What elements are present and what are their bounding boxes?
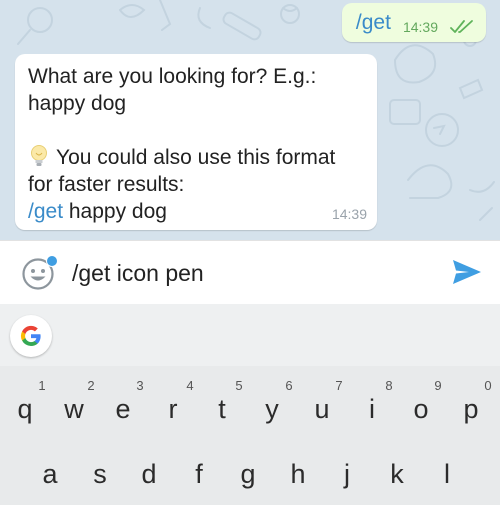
key-hint: 4 [186,378,194,393]
key-q[interactable]: 1q [0,378,50,424]
key-hint: 6 [285,378,293,393]
key-g[interactable]: g [223,459,273,489]
google-g-icon [20,325,41,347]
key-i[interactable]: 8i [347,378,397,424]
key-f[interactable]: f [174,459,224,489]
google-button[interactable] [10,315,52,357]
key-p[interactable]: 0p [446,378,496,424]
key-label: p [463,394,479,424]
key-label: i [369,394,375,424]
key-label: g [240,459,256,489]
key-label: o [413,394,429,424]
incoming-message-time: 14:39 [331,206,367,222]
key-hint: 8 [385,378,393,393]
key-hint: 3 [136,378,144,393]
key-r[interactable]: 4r [148,378,198,424]
outgoing-message[interactable]: /get 14:39 [341,3,486,42]
key-y[interactable]: 6y [247,378,297,424]
suggestion-bar [0,304,500,366]
message-input[interactable]: /get icon pen [72,260,204,287]
message-input-bar: /get icon pen [0,240,500,304]
key-label: j [344,459,350,489]
key-w[interactable]: 2w [49,378,99,424]
key-t[interactable]: 5t [197,378,247,424]
command-link[interactable]: /get [28,200,63,223]
key-label: w [64,394,84,424]
outgoing-message-text[interactable]: /get [356,11,391,35]
key-label: s [93,459,107,489]
key-label: a [42,459,58,489]
double-check-icon [450,19,473,33]
key-d[interactable]: d [124,459,174,489]
key-a[interactable]: a [25,459,75,489]
key-j[interactable]: j [322,459,372,489]
key-label: k [390,459,404,489]
message-line: for faster results: [28,173,185,196]
key-s[interactable]: s [75,459,125,489]
message-line: happy dog [63,200,167,223]
outgoing-message-time: 14:39 [402,18,438,35]
message-line: What are you looking for? E.g.: [28,65,317,88]
key-label: y [265,394,279,424]
key-l[interactable]: l [422,459,472,489]
key-label: l [444,459,450,489]
lightbulb-icon [31,145,47,166]
incoming-message: What are you looking for? E.g.: happy do… [15,54,377,230]
key-label: e [115,394,131,424]
key-label: f [195,459,203,489]
key-label: h [290,459,306,489]
key-k[interactable]: k [372,459,422,489]
key-hint: 1 [38,378,46,393]
key-label: u [314,394,330,424]
emoji-button[interactable] [21,255,58,291]
key-label: r [168,394,178,424]
key-label: q [17,394,33,424]
key-e[interactable]: 3e [98,378,148,424]
key-hint: 0 [484,378,492,393]
key-hint: 5 [235,378,243,393]
keyboard: 1q 2w 3e 4r 5t 6y 7u 8i 9o 0p a s d f g … [0,304,500,505]
key-u[interactable]: 7u [297,378,347,424]
send-icon[interactable] [452,258,482,286]
key-area: 1q 2w 3e 4r 5t 6y 7u 8i 9o 0p a s d f g … [0,366,500,505]
notification-dot [46,255,58,267]
key-hint: 2 [87,378,95,393]
message-line: You could also use this format [56,146,336,169]
chat-area: /get 14:39 What are you looking for? E.g… [0,0,500,240]
key-h[interactable]: h [273,459,323,489]
message-line: happy dog [28,92,127,115]
key-label: t [218,394,226,424]
key-label: d [141,459,157,489]
key-hint: 9 [434,378,442,393]
key-o[interactable]: 9o [396,378,446,424]
key-hint: 7 [335,378,343,393]
